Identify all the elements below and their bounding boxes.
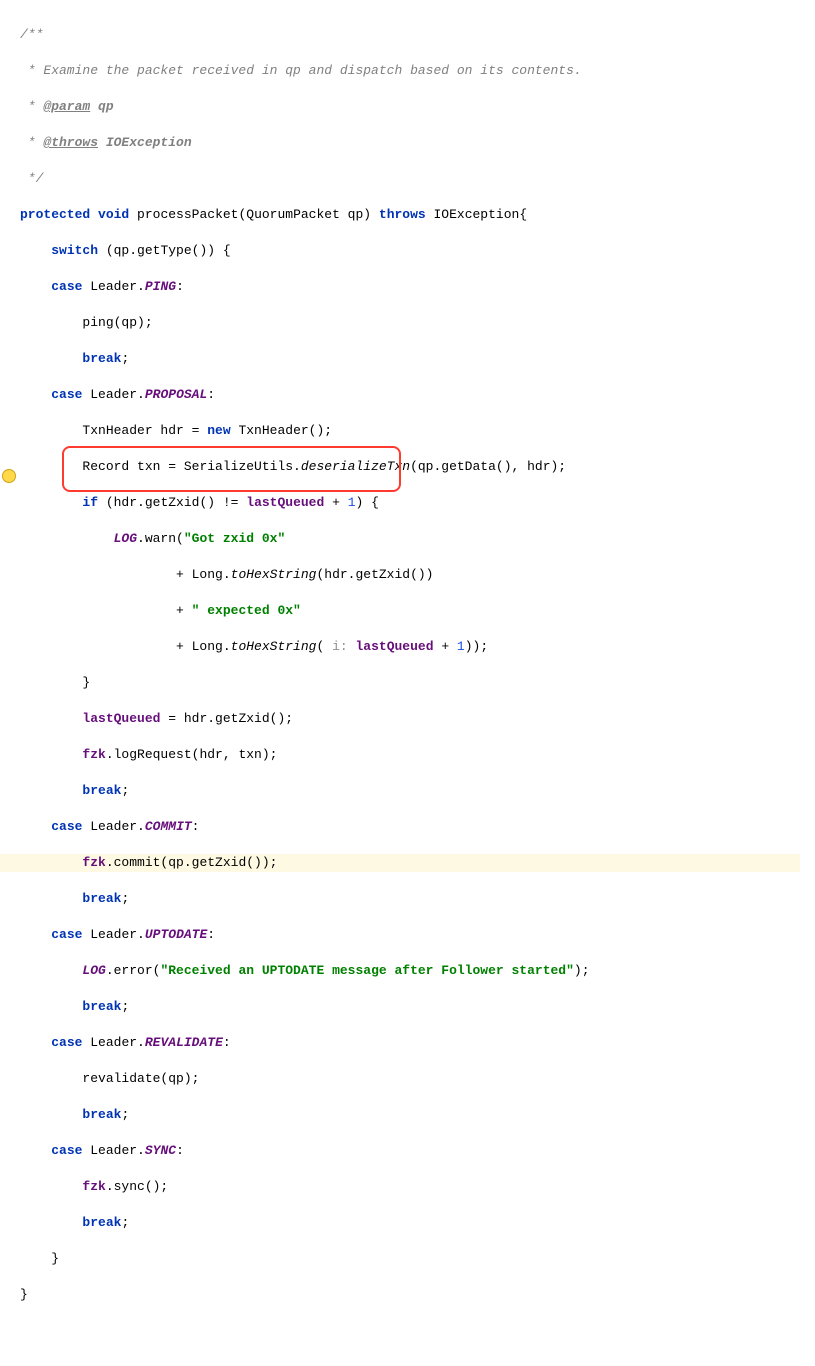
case-commit: case Leader.COMMIT: [20, 818, 803, 836]
case-uptodate: case Leader.UPTODATE: [20, 926, 803, 944]
code-line: Record txn = SerializeUtils.deserializeT… [20, 458, 803, 476]
code-line: + Long.toHexString(hdr.getZxid()) [20, 566, 803, 584]
code-editor: /** * Examine the packet received in qp … [0, 0, 815, 1366]
code-line: fzk.sync(); [20, 1178, 803, 1196]
code-line: revalidate(qp); [20, 1070, 803, 1088]
comment-line: /** [20, 26, 803, 44]
case-revalidate: case Leader.REVALIDATE: [20, 1034, 803, 1052]
break-line: break; [20, 1106, 803, 1124]
code-line: + Long.toHexString( i: lastQueued + 1)); [20, 638, 803, 656]
close-brace: } [20, 674, 803, 692]
if-line: if (hdr.getZxid() != lastQueued + 1) { [20, 494, 803, 512]
close-brace: } [20, 1286, 803, 1304]
comment-line: */ [20, 170, 803, 188]
close-brace: } [20, 1250, 803, 1268]
code-line: lastQueued = hdr.getZxid(); [20, 710, 803, 728]
code-line: ping(qp); [20, 314, 803, 332]
break-line: break; [20, 890, 803, 908]
break-line: break; [20, 350, 803, 368]
code-line: LOG.warn("Got zxid 0x" [20, 530, 803, 548]
comment-line: * Examine the packet received in qp and … [20, 62, 803, 80]
code-line: + " expected 0x" [20, 602, 803, 620]
comment-line: * @throws IOException [20, 134, 803, 152]
break-line: break; [20, 998, 803, 1016]
code-line: LOG.error("Received an UPTODATE message … [20, 962, 803, 980]
switch-line: switch (qp.getType()) { [20, 242, 803, 260]
break-line: break; [20, 1214, 803, 1232]
case-ping: case Leader.PING: [20, 278, 803, 296]
highlighted-line: fzk.commit(qp.getZxid()); [0, 854, 800, 872]
method-signature: protected void processPacket(QuorumPacke… [20, 206, 803, 224]
case-proposal: case Leader.PROPOSAL: [20, 386, 803, 404]
comment-line: * @param qp [20, 98, 803, 116]
bulb-icon[interactable] [2, 469, 16, 483]
break-line: break; [20, 782, 803, 800]
case-sync: case Leader.SYNC: [20, 1142, 803, 1160]
code-line: TxnHeader hdr = new TxnHeader(); [20, 422, 803, 440]
code-line: fzk.logRequest(hdr, txn); [20, 746, 803, 764]
